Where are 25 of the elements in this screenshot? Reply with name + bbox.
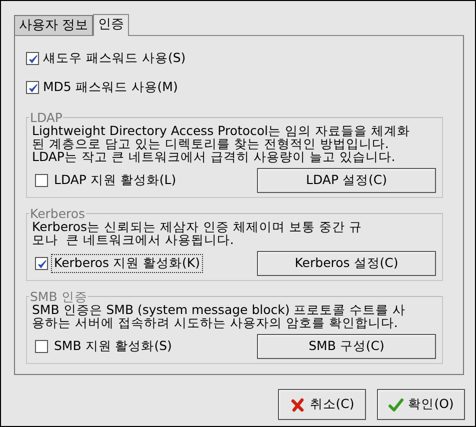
checkbox-label: LDAP 지원 활성화(L)	[53, 171, 178, 189]
checkbox-label: MD5 패스워드 사용(M)	[43, 79, 178, 96]
checkmark-icon	[388, 396, 404, 412]
description: Lightweight Directory Access Protocol는 임의 자료들을 체계화 된 계층으로 담고 있는 디렉토리를 찾는 전형적인 방법입니다. LDAP는 작고 큰 네트워크에서 급격히 사용량이 늘고 있습니다.	[32, 124, 411, 163]
checkbox[interactable]	[26, 81, 39, 94]
tab[interactable]: 인증	[93, 14, 130, 36]
close-icon	[290, 396, 306, 412]
checkbox[interactable]	[35, 257, 48, 270]
checkbox[interactable]	[35, 174, 48, 187]
settings-button[interactable]: Kerberos 설정(C)	[257, 251, 436, 276]
group-title: Kerberos	[29, 207, 86, 220]
description: SMB 인증은 SMB (system message block) 프로토콜 수트를 사 용하는 서버에 접속하려 시도하는 사용자의 암호를 확인합니다.	[32, 303, 407, 329]
tab[interactable]: 사용자 정보	[14, 15, 94, 35]
settings-button[interactable]: SMB 구성(C)	[257, 334, 436, 359]
checkbox-label: Kerberos 지원 활성화(K)	[51, 254, 203, 273]
group-title: LDAP	[29, 111, 64, 124]
ok-button[interactable]: 확인(O)	[377, 389, 465, 420]
checkbox[interactable]	[26, 52, 39, 65]
checkbox[interactable]	[35, 340, 48, 353]
checkbox-label: SMB 지원 활성화(S)	[53, 337, 173, 355]
group-title: SMB 인증	[29, 290, 88, 303]
description: Kerberos는 신뢰되는 제삼자 인증 체제이며 보통 중간 규 모나 큰 네트워크에서 사용됩니다.	[32, 220, 363, 246]
checkbox-label: 섀도우 패스워드 사용(S)	[43, 50, 186, 67]
settings-button[interactable]: LDAP 설정(C)	[257, 168, 436, 193]
cancel-button[interactable]: 취소(C)	[278, 389, 366, 420]
